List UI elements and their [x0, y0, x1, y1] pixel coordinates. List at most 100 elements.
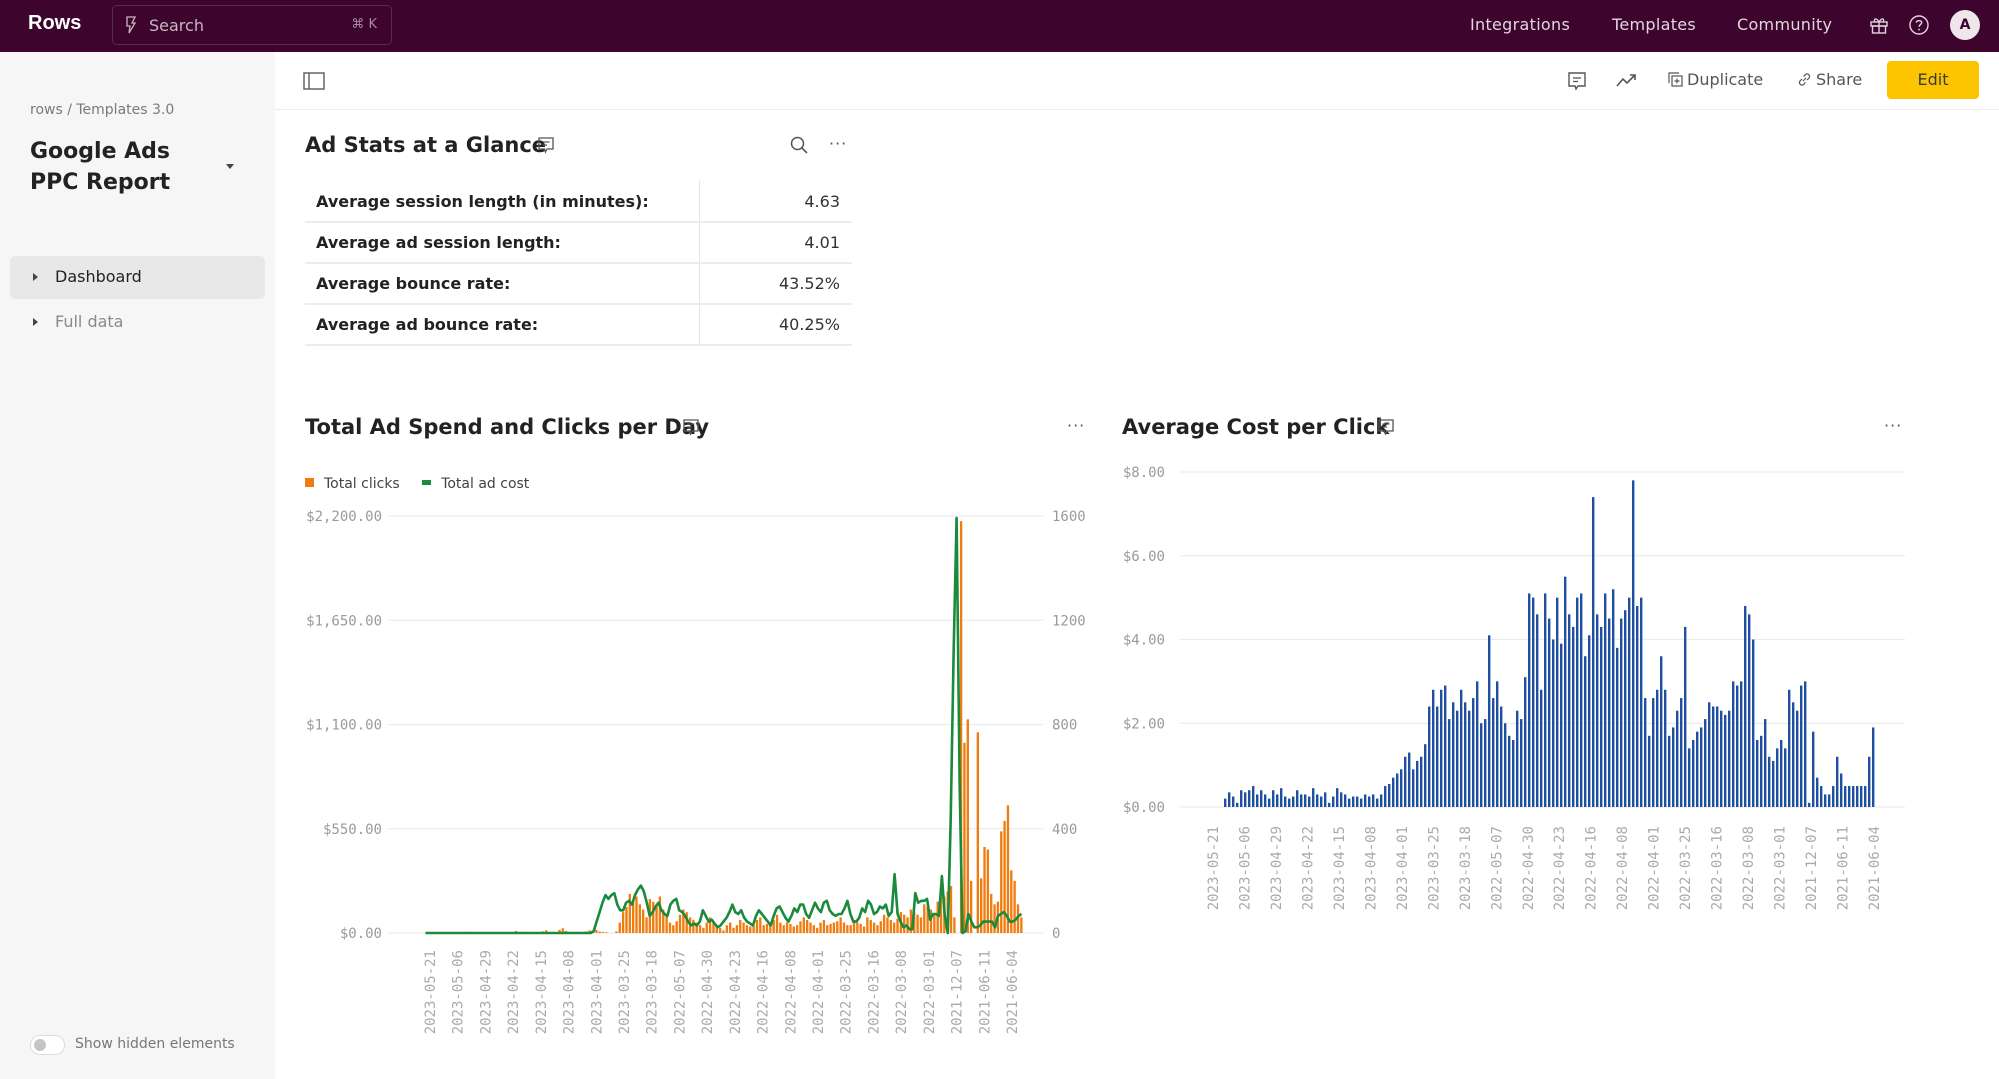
cpc-bar [1836, 756, 1839, 807]
show-hidden-toggle[interactable] [30, 1035, 65, 1055]
clicks-bar [872, 922, 876, 933]
sidebar-item-full-data[interactable]: Full data [10, 301, 265, 344]
stat-value[interactable]: 4.63 [699, 181, 852, 223]
clicks-bar [812, 925, 816, 933]
legend-item-cost[interactable]: Total ad cost [422, 476, 529, 492]
comment-icon[interactable] [682, 418, 700, 436]
comment-icon[interactable] [1377, 418, 1395, 436]
y-right-tick-label: 400 [1052, 822, 1077, 838]
x-tick-label: 2023-04-01 [1395, 826, 1411, 910]
clicks-bar [959, 521, 963, 933]
cpc-bar [1376, 798, 1379, 807]
cpc-bar [1680, 698, 1683, 807]
x-tick-label: 2023-04-15 [534, 950, 550, 1034]
edit-button[interactable]: Edit [1887, 61, 1979, 99]
cpc-bar [1524, 677, 1527, 807]
sidebar-toggle-icon[interactable] [303, 72, 325, 90]
clicks-bar [528, 932, 531, 933]
stat-value[interactable]: 40.25% [699, 304, 852, 346]
clicks-bar [682, 909, 685, 933]
x-tick-label: 2023-03-25 [1426, 826, 1442, 910]
comment-icon[interactable] [1567, 71, 1587, 91]
cpc-bar [1812, 731, 1815, 807]
cpc-bar [1860, 786, 1863, 807]
cpc-bar [1788, 689, 1791, 807]
y-left-tick-label: $2,200.00 [306, 509, 382, 525]
cpc-bar [1704, 719, 1707, 807]
clicks-bar [615, 931, 618, 933]
cpc-bar [1660, 656, 1663, 807]
x-tick-label: 2022-04-08 [783, 950, 799, 1034]
clicks-bar [652, 901, 655, 933]
stat-label[interactable]: Average ad bounce rate: [305, 304, 700, 346]
cpc-bar [1264, 794, 1267, 807]
x-tick-label: 2023-04-15 [1332, 826, 1348, 910]
chevron-down-icon[interactable] [226, 164, 234, 169]
clicks-bar [826, 925, 829, 933]
clicks-bar [929, 909, 933, 933]
cpc-bar [1360, 798, 1363, 807]
avatar[interactable]: A [1950, 10, 1980, 40]
stat-value[interactable]: 43.52% [699, 263, 852, 305]
legend-item-clicks[interactable]: Total clicks [305, 476, 400, 492]
x-tick-label: 2022-05-07 [1489, 826, 1505, 910]
stat-label[interactable]: Average session length (in minutes): [305, 181, 700, 223]
y-tick-label: $6.00 [1123, 549, 1165, 565]
more-options-icon[interactable]: ··· [1884, 416, 1902, 435]
cpc-bar [1624, 610, 1627, 807]
clicks-bar [846, 925, 849, 933]
cpc-bar [1848, 786, 1851, 807]
cpc-bar [1416, 760, 1419, 807]
cpc-bar [1756, 740, 1759, 807]
clicks-bar [471, 932, 474, 933]
nav-integrations[interactable]: Integrations [1470, 15, 1570, 34]
cpc-bar [1568, 614, 1571, 807]
stat-label[interactable]: Average ad session length: [305, 222, 700, 264]
x-tick-label: 2023-04-08 [1363, 826, 1379, 910]
sidebar-item-dashboard[interactable]: Dashboard [10, 256, 265, 299]
table-row: Average bounce rate: 43.52% [305, 263, 852, 305]
x-tick-label: 2023-03-25 [617, 950, 633, 1034]
clicks-bar [481, 932, 484, 933]
chart-title: Total Ad Spend and Clicks per Day [305, 415, 710, 439]
duplicate-button[interactable]: Duplicate [1668, 70, 1763, 89]
more-options-icon[interactable]: ··· [829, 134, 847, 153]
cpc-bar [1768, 756, 1771, 807]
share-button[interactable]: Share [1797, 70, 1862, 89]
cpc-bar [1388, 783, 1391, 807]
clicks-bar [795, 925, 799, 933]
clicks-bar [939, 893, 943, 933]
trending-icon[interactable] [1616, 72, 1638, 88]
clicks-bar [541, 931, 544, 933]
clicks-bar [993, 904, 996, 933]
comment-icon[interactable] [537, 136, 555, 154]
clicks-bar [692, 919, 695, 933]
cpc-bar [1304, 794, 1307, 807]
clicks-bar [836, 921, 839, 933]
clicks-bar [772, 919, 775, 933]
cpc-bar [1700, 727, 1703, 807]
nav-templates[interactable]: Templates [1612, 15, 1696, 34]
cpc-bar [1628, 597, 1631, 807]
cpc-bar [1776, 748, 1779, 807]
cpc-bar [1332, 796, 1335, 807]
clicks-bar [749, 926, 752, 933]
brand-logo[interactable]: Rows [28, 12, 81, 35]
cpc-bar [1424, 744, 1427, 807]
cpc-chart: $0.00 $2.00 $4.00 $6.00 $8.00 2023-05-21 2023-… [1123, 465, 1905, 910]
search-icon[interactable] [789, 135, 809, 155]
clicks-bar [765, 923, 769, 933]
cpc-bar [1800, 685, 1803, 807]
search-input[interactable]: Search ⌘ K [112, 5, 392, 45]
more-options-icon[interactable]: ··· [1067, 416, 1085, 435]
gift-icon[interactable] [1868, 14, 1890, 36]
stat-label[interactable]: Average bounce rate: [305, 263, 700, 305]
help-icon[interactable] [1908, 14, 1930, 36]
clicks-bar [468, 932, 471, 933]
cpc-bar [1472, 698, 1475, 807]
nav-community[interactable]: Community [1737, 15, 1832, 34]
x-tick-label: 2021-06-04 [1005, 950, 1021, 1034]
breadcrumb[interactable]: rows / Templates 3.0 [30, 102, 174, 118]
stat-value[interactable]: 4.01 [699, 222, 852, 264]
cpc-bar [1828, 794, 1831, 807]
